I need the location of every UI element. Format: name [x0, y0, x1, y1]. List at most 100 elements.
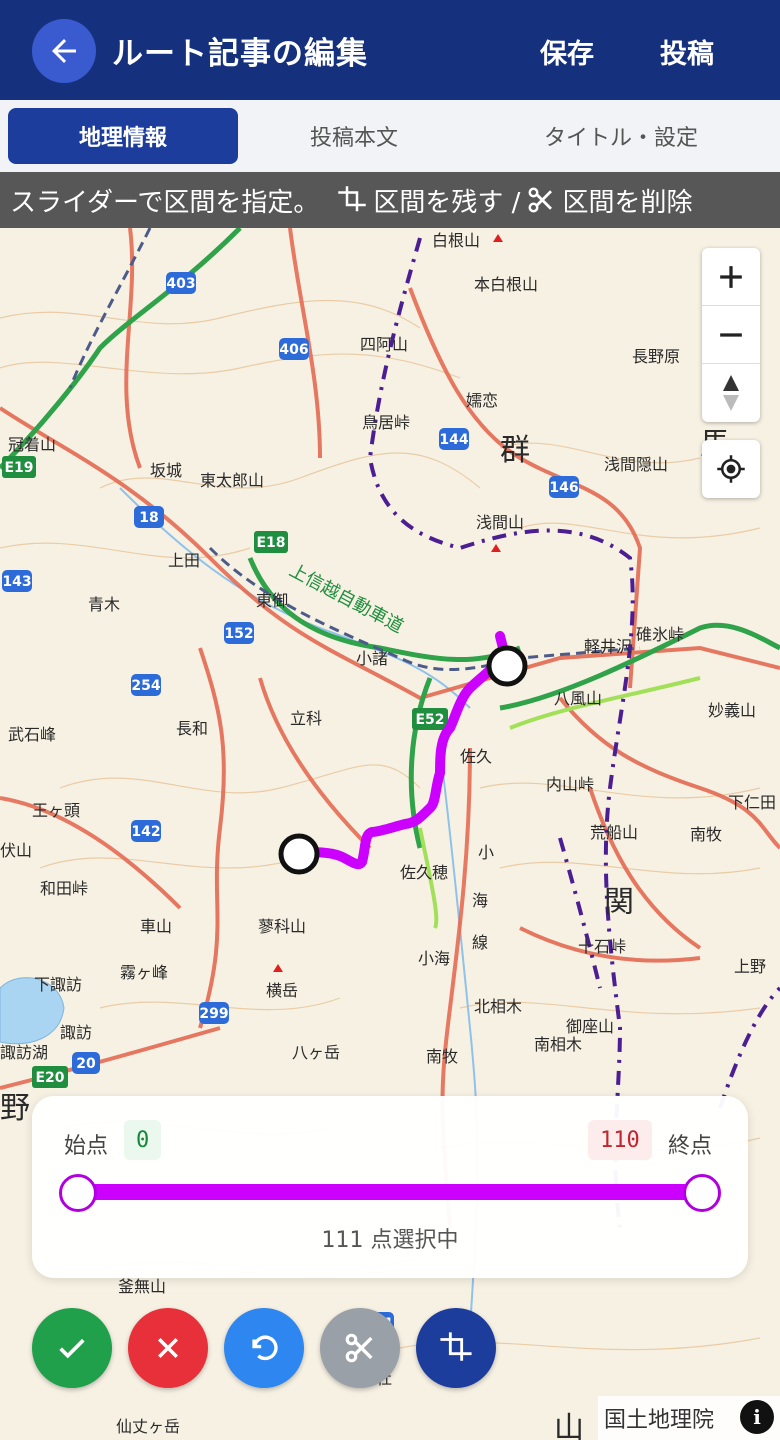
map-label: 浅間山	[476, 513, 524, 532]
locate-control	[702, 440, 760, 498]
close-icon	[158, 1338, 178, 1358]
locate-button[interactable]	[702, 440, 760, 498]
map-label: 八ヶ岳	[292, 1043, 340, 1062]
map-label: 下仁田	[728, 793, 776, 812]
road-shield-152: 152	[224, 622, 254, 644]
compass-button[interactable]	[702, 364, 760, 422]
save-button[interactable]: 保存	[540, 32, 594, 71]
map-label: 青木	[88, 595, 120, 614]
range-slider-track[interactable]	[78, 1184, 702, 1200]
map-label: 冠着山	[8, 435, 56, 454]
map-label: 長和	[176, 719, 208, 738]
app-bar: ルート記事の編集 保存 投稿	[0, 0, 780, 100]
undo-icon	[252, 1335, 278, 1361]
road-shield-E19: E19	[2, 456, 36, 478]
attribution-text: 国土地理院	[604, 1408, 715, 1433]
tab-title-settings[interactable]: タイトル・設定	[490, 108, 752, 164]
road-shield-E20: E20	[32, 1066, 68, 1088]
svg-text:20: 20	[76, 1056, 96, 1072]
svg-text:E19: E19	[4, 460, 33, 476]
info-icon[interactable]: i	[740, 1400, 774, 1434]
svg-text:406: 406	[279, 342, 308, 358]
cut-button[interactable]	[320, 1308, 400, 1388]
range-start-handle[interactable]	[59, 1174, 97, 1212]
svg-text:18: 18	[139, 510, 158, 526]
map-label: 軽井沢	[584, 637, 632, 656]
map-label: 仙丈ヶ岳	[116, 1417, 180, 1436]
map-label: 荒船山	[590, 823, 638, 842]
map-label: 小諸	[356, 649, 388, 668]
map-label: 内山峠	[546, 775, 594, 794]
hint-bar: スライダーで区間を指定。 区間を残す / 区間を削除	[0, 172, 780, 228]
route-start-marker[interactable]	[486, 645, 528, 687]
crop-icon	[440, 1332, 472, 1361]
road-shield-146: 146	[549, 476, 579, 498]
tab-geo-info[interactable]: 地理情報	[8, 108, 238, 164]
hint-delete-label: 区間を削除	[562, 187, 693, 218]
locate-icon	[717, 455, 745, 483]
post-button[interactable]: 投稿	[660, 32, 714, 71]
svg-text:E18: E18	[256, 535, 285, 551]
map-label: 関	[604, 885, 634, 920]
map-label: 小海	[418, 949, 450, 968]
map-label: 海	[472, 891, 488, 910]
map-label: 本白根山	[474, 275, 538, 294]
map-label: 釜無山	[118, 1277, 166, 1296]
road-shield-143: 143	[2, 570, 32, 592]
road-shield-299: 299	[199, 1002, 229, 1024]
zoom-out-icon	[720, 332, 742, 337]
hint-text: スライダーで区間を指定。	[10, 187, 320, 218]
map-label: 北相木	[474, 997, 522, 1016]
map-label: 十石峠	[578, 937, 626, 956]
undo-button[interactable]	[224, 1308, 304, 1388]
svg-text:E52: E52	[415, 712, 444, 728]
map-label: 南牧	[426, 1047, 458, 1066]
svg-text:403: 403	[166, 276, 195, 292]
tab-body[interactable]: 投稿本文	[254, 108, 454, 164]
map-label: 群	[500, 433, 530, 468]
road-shield-E52: E52	[412, 708, 448, 730]
map-label: 長野原	[632, 347, 680, 366]
range-end-handle[interactable]	[683, 1174, 721, 1212]
cancel-button[interactable]	[128, 1308, 208, 1388]
svg-text:144: 144	[439, 432, 468, 448]
map-label: 和田峠	[40, 879, 88, 898]
map-label: 上田	[168, 551, 200, 570]
svg-text:146: 146	[549, 480, 578, 496]
map-label: 王ヶ頭	[32, 801, 80, 820]
map-label: 諏訪湖	[0, 1043, 48, 1062]
map-label: 諏訪	[60, 1023, 92, 1042]
zoom-in-button[interactable]	[702, 248, 760, 306]
map-label: 妙義山	[708, 701, 756, 720]
map-label: 伏山	[0, 841, 32, 860]
route-end-marker[interactable]	[278, 833, 320, 875]
map-label: 白根山	[432, 231, 480, 250]
map-label: 鳥居峠	[362, 413, 410, 432]
start-value-badge: 0	[124, 1120, 162, 1160]
compass-icon	[723, 375, 739, 411]
road-shield-E18: E18	[254, 531, 288, 553]
map-label: 武石峰	[8, 725, 56, 744]
map-label: 南相木	[534, 1035, 582, 1054]
selection-count: 111 点選択中	[321, 1228, 459, 1253]
tab-bar: 地理情報 投稿本文 タイトル・設定	[0, 100, 780, 172]
map-label: 野	[0, 1091, 30, 1126]
road-shield-144: 144	[439, 428, 469, 450]
zoom-in-icon	[720, 265, 742, 288]
map-label: 佐久穂	[400, 863, 448, 882]
end-label: 終点	[668, 1134, 713, 1159]
road-shield-403: 403	[166, 272, 196, 294]
zoom-out-button[interactable]	[702, 306, 760, 364]
back-button[interactable]	[32, 19, 96, 83]
map-label: 横岳	[266, 981, 298, 1000]
crop-icon	[338, 186, 367, 212]
end-value-badge: 110	[588, 1120, 652, 1160]
svg-text:152: 152	[224, 626, 253, 642]
crop-button[interactable]	[416, 1308, 496, 1388]
map-label: 東太郎山	[200, 471, 264, 490]
map-label: 四阿山	[360, 335, 408, 354]
svg-text:299: 299	[199, 1006, 228, 1022]
road-shield-142: 142	[131, 820, 161, 842]
map-label: 立科	[290, 709, 322, 728]
confirm-button[interactable]	[32, 1308, 112, 1388]
